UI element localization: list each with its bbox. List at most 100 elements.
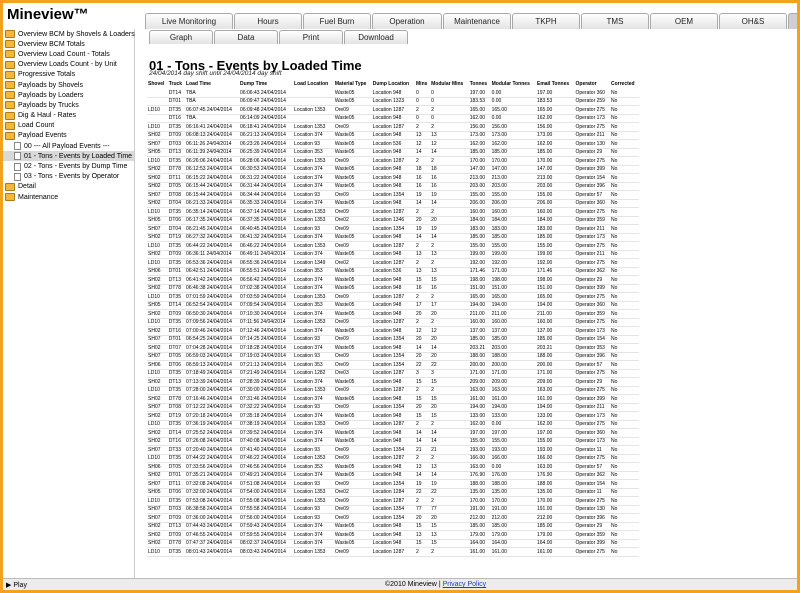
table-cell: 156.00 — [490, 122, 536, 132]
table-cell: DT01 — [167, 335, 186, 344]
sidebar-item[interactable]: Overview Load Count - Totals — [3, 49, 134, 59]
table-cell: Operator 211 — [574, 250, 610, 259]
tab-live-monitoring[interactable]: Live Monitoring — [145, 13, 233, 29]
subtab-data[interactable]: Data — [214, 30, 278, 44]
table-cell: 2 — [415, 105, 431, 115]
table-cell: Ore09 — [333, 445, 372, 455]
table-cell: 07:47:37 24/04/2014 — [185, 539, 240, 548]
table-cell: DT78 — [167, 284, 186, 293]
table-cell: 06:25:39 24/04/2014 — [239, 148, 294, 157]
table-cell: 162.00 — [490, 139, 536, 149]
sidebar-item[interactable]: Dig & Haul - Rates — [3, 111, 134, 121]
table-cell: SH02 — [147, 530, 168, 540]
sidebar-item[interactable]: 00 --- All Payload Events --- — [3, 141, 134, 151]
play-button[interactable]: ▶ Play — [6, 581, 27, 589]
table-cell: Ore09 — [333, 105, 372, 115]
sidebar-item[interactable]: Maintenance — [3, 192, 134, 202]
tab-fuel-burn[interactable]: Fuel Burn — [303, 13, 371, 29]
table-cell: 135.00 — [536, 488, 575, 497]
privacy-policy-link[interactable]: Privacy Policy — [443, 581, 487, 588]
tab-maintenance[interactable]: Maintenance — [443, 13, 511, 29]
table-cell: Location 1354 — [371, 224, 416, 234]
subtab-print[interactable]: Print — [279, 30, 343, 44]
table-cell: DT16 — [167, 326, 186, 336]
main-nav: Live Monitoring Hours Fuel Burn Operation Ma… — [145, 13, 797, 29]
table-cell: No — [609, 233, 639, 242]
subtab-download[interactable]: Download — [344, 30, 408, 44]
table-cell: 07:11:56 24/04/2014 — [239, 318, 294, 327]
table-row: SH02 DT16 07:26:08 24/04/2014 07:40:08 24/0… — [147, 437, 639, 446]
table-cell: 07:28:00 24/04/2014 — [185, 386, 240, 395]
table-cell: 192.00 — [490, 258, 536, 268]
table-cell: 161.00 — [536, 394, 575, 404]
report-tree: Overview BCM by Shovels & Loaders Overvie… — [3, 29, 135, 578]
table-cell: 14 — [430, 471, 469, 480]
table-cell: Location 374 — [293, 284, 334, 293]
table-cell: SH07 — [147, 513, 168, 523]
tab-operation[interactable]: Operation — [372, 13, 442, 29]
table-cell: No — [609, 454, 639, 463]
sidebar-item[interactable]: Overview BCM Totals — [3, 39, 134, 49]
tab-oem[interactable]: OEM — [650, 13, 718, 29]
table-cell: Operator 275 — [574, 207, 610, 217]
table-body: DT14 TBA 06:06:43 24/04/2014 Waste05 Locatio… — [147, 89, 639, 557]
sidebar-item[interactable]: Detail — [3, 182, 134, 192]
table-cell: 162.00 — [536, 139, 575, 149]
table-cell: DT78 — [167, 165, 186, 174]
column-header: Tonnes — [469, 80, 488, 87]
table-cell: DT05 — [167, 352, 186, 361]
sidebar-item-label: Payload Events — [18, 132, 67, 140]
table-cell: Location 93 — [293, 505, 334, 514]
table-cell: 155.00 — [490, 241, 536, 251]
sidebar-item[interactable]: 01 - Tons - Events by Loaded Time — [3, 151, 134, 162]
table-cell: 20 — [430, 403, 469, 412]
table-cell: 2 — [415, 258, 431, 268]
table-cell: 13 — [415, 131, 431, 140]
sidebar-item[interactable]: Payload Events — [3, 131, 134, 141]
tab-tkph[interactable]: TKPH — [512, 13, 580, 29]
table-cell: DT78 — [167, 539, 186, 548]
table-cell: 194.00 — [468, 403, 491, 412]
table-cell: No — [609, 513, 639, 523]
tab-oh-s[interactable]: OH&S — [719, 13, 787, 29]
table-cell: 15 — [415, 394, 431, 404]
table-cell: Operator 173 — [574, 233, 610, 242]
table-cell: 0 — [415, 114, 431, 123]
sidebar-item[interactable]: Payloads by Loaders — [3, 90, 134, 100]
table-row: SH02 DT09 06:50:30 24/04/2014 07:10:30 24/0… — [147, 309, 639, 319]
table-cell: Ore09 — [333, 496, 372, 506]
table-cell: No — [609, 199, 639, 208]
table-cell: SH07 — [147, 139, 168, 149]
sidebar-item[interactable]: Load Count — [3, 121, 134, 131]
table-row: LD10 DT35 06:26:06 24/04/2014 06:28:06 24/0… — [147, 156, 639, 166]
sidebar-item[interactable]: Overview BCM by Shovels & Loaders — [3, 29, 135, 39]
subtab-graph[interactable]: Graph — [149, 30, 213, 44]
table-cell: 193.00 — [536, 445, 575, 455]
table-cell: Waste05 — [333, 428, 372, 438]
column-header: Operator — [575, 80, 597, 87]
table-cell: Location 1287 — [371, 105, 416, 115]
table-cell: 06:07:45 24/04/2014 — [185, 105, 240, 115]
table-cell: 191.00 — [490, 505, 536, 514]
table-cell: Location 1282 — [293, 369, 334, 378]
table-cell: Operator 57 — [574, 462, 610, 472]
tab-tms[interactable]: TMS — [581, 13, 649, 29]
sidebar-item[interactable]: Overview Loads Count - by Unit — [3, 60, 134, 70]
table-cell: 194.00 — [490, 403, 536, 412]
table-cell: SH02 — [147, 173, 168, 183]
sidebar-item[interactable]: Payloads by Trucks — [3, 100, 134, 110]
sidebar-item[interactable]: Progressive Totals — [3, 70, 134, 80]
table-row: SH05 DT14 06:52:54 24/04/2014 07:09:54 24/0… — [147, 301, 639, 310]
table-cell: Location 374 — [293, 182, 334, 191]
table-cell: 0.00 — [490, 89, 536, 98]
sidebar-item[interactable]: 02 - Tons - Events by Dump Time — [3, 161, 134, 171]
table-cell: 22 — [430, 360, 469, 370]
table-cell: 193.00 — [468, 445, 491, 455]
tab-hours[interactable]: Hours — [234, 13, 302, 29]
table-cell: 0 — [415, 89, 431, 98]
table-cell: 07:30:00 24/04/2014 — [239, 386, 294, 395]
sidebar-item[interactable]: 03 - Tons - Events by Operator — [3, 172, 134, 182]
sidebar-item[interactable]: Payloads by Shovels — [3, 80, 134, 90]
tab-payloads[interactable]: Payloads — [788, 13, 797, 29]
table-cell: DT35 — [167, 318, 186, 327]
